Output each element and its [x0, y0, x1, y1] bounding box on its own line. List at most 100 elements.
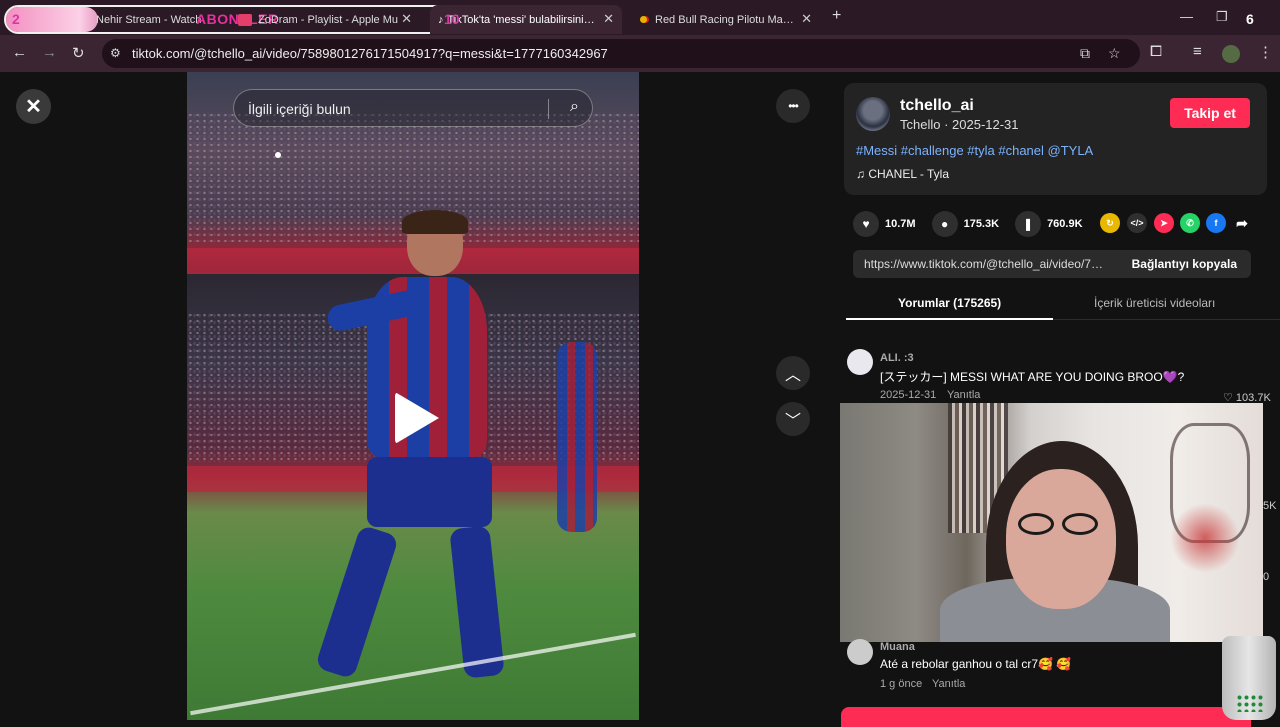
like-count: 10.7M [885, 218, 916, 230]
close-icon: ✕ [25, 96, 42, 118]
red-bull-icon [640, 16, 647, 23]
tab-title: Red Bull Racing Pilotu Max Ver [655, 13, 795, 26]
omnibox[interactable]: ⚙ tiktok.com/@tchello_ai/video/758980127… [102, 39, 1140, 68]
panel-tabs: Yorumlar (175265) İçerik üreticisi video… [846, 290, 1280, 320]
hidden-like-count: 0 [1263, 571, 1270, 583]
heart-icon: ♥ [862, 217, 870, 231]
music-link[interactable]: ♫ CHANEL - Tyla [856, 167, 949, 181]
copy-link-box: https://www.tiktok.com/@tchello_ai/video… [853, 250, 1251, 278]
background-player [557, 342, 597, 532]
search-icon[interactable]: ⌕ [570, 98, 579, 116]
overlay-number-right: 6 [1246, 11, 1254, 27]
close-video-button[interactable]: ✕ [16, 89, 51, 124]
comment-count: 175.3K [963, 218, 1000, 230]
tab-comments[interactable]: Yorumlar (175265) [898, 296, 1001, 310]
streamer-face [1006, 469, 1116, 609]
repost-icon[interactable]: ↻ [1100, 213, 1120, 233]
play-icon[interactable] [395, 392, 439, 444]
tab-creator-videos[interactable]: İçerik üreticisi videoları [1094, 296, 1215, 310]
bookmark-icon: ❚ [1023, 217, 1034, 231]
chevron-up-icon: ︿ [784, 367, 801, 384]
new-tab-button[interactable]: + [832, 7, 841, 25]
hashtags[interactable]: #Messi #challenge #tyla #chanel @TYLA [856, 143, 1093, 158]
send-icon[interactable]: ➤ [1154, 213, 1174, 233]
comment-avatar[interactable] [847, 349, 873, 375]
video-player-area: ✕ İlgili içeriği bulun ⌕ ••• ︿ ﹀ [0, 72, 827, 720]
whatsapp-icon[interactable]: ✆ [1180, 213, 1200, 233]
cursor-dot [275, 152, 281, 158]
reload-icon[interactable]: ↻ [72, 44, 85, 62]
creator-username[interactable]: tchello_ai [900, 97, 974, 115]
comment-username[interactable]: ALI. :3 [880, 352, 914, 364]
engagement-stats: ♥ 10.7M ● 175.3K ❚ 760.9K [853, 211, 1099, 237]
reply-button[interactable]: Yanıtla [947, 389, 980, 401]
embed-icon[interactable]: </> [1127, 213, 1147, 233]
forward-arrow-icon[interactable]: → [42, 44, 57, 61]
menu-dots-icon[interactable]: ⋮ [1258, 43, 1273, 61]
player-leg-right [449, 525, 505, 679]
player-hair [402, 210, 468, 234]
minimize-button[interactable]: — [1180, 9, 1193, 24]
apple-music-icon [238, 13, 252, 26]
restore-button[interactable]: ❐ [1216, 9, 1228, 25]
hidden-like-count: 5K [1263, 500, 1277, 512]
add-comment-button[interactable] [841, 707, 1251, 727]
media-control-icon[interactable]: ≡ [1193, 43, 1202, 60]
facebook-icon[interactable]: f [1206, 213, 1226, 233]
back-arrow-icon[interactable]: ← [12, 44, 27, 61]
save-count: 760.9K [1047, 218, 1083, 230]
comment-button[interactable]: ● [931, 211, 958, 237]
video-frame[interactable]: İlgili içeriği bulun ⌕ [187, 72, 639, 720]
creator-subline: Tchello · 2025-12-31 [900, 117, 1019, 132]
next-video-button[interactable]: ﹀ [776, 402, 810, 436]
more-options-button[interactable]: ••• [776, 89, 810, 123]
comment-text: [ステッカー] MESSI WHAT ARE YOU DOING BROO💜? [880, 370, 1185, 384]
player-leg-left [314, 524, 400, 680]
tab-red-bull[interactable]: Red Bull Racing Pilotu Max Ver ✕ [630, 5, 820, 34]
tab-title: ZoDram - Playlist - Apple Mu [258, 13, 398, 26]
overlay-number-left: 2 [12, 11, 20, 27]
share-arrow-icon[interactable]: ➦ [1232, 213, 1252, 233]
overlay-number-mid: 10 [444, 11, 460, 27]
comment-username[interactable]: Muana [880, 641, 915, 653]
site-settings-icon[interactable]: ⚙ [110, 46, 121, 60]
close-tab-icon[interactable]: ✕ [603, 11, 614, 27]
search-divider [548, 99, 549, 119]
comment-text: Até a rebolar ganhou o tal cr7🥰 🥰 [880, 657, 1072, 671]
pitch-line [190, 632, 636, 716]
bookmark-star-icon[interactable]: ☆ [1108, 45, 1121, 62]
reply-button[interactable]: Yanıtla [932, 678, 965, 690]
comments-panel: tchello_ai Tchello · 2025-12-31 Takip et… [827, 72, 1280, 727]
active-tab-underline [846, 318, 1053, 320]
more-dots-icon: ••• [788, 99, 799, 113]
previous-video-button[interactable]: ︿ [776, 356, 810, 390]
like-button[interactable]: ♥ [853, 211, 879, 237]
webcam-overlay [840, 403, 1263, 642]
profile-avatar[interactable] [1222, 45, 1240, 63]
tab-apple-music[interactable]: ZoDram - Playlist - Apple Mu ✕ [238, 5, 420, 34]
tiktok-page: ✕ İlgili içeriği bulun ⌕ ••• ︿ ﹀ tchello… [0, 72, 1280, 727]
copy-link-button[interactable]: Bağlantıyı kopyala [1132, 257, 1237, 271]
browser-tab-strip: 2 Nehir Stream - Watch ABONELER ZoDram -… [0, 0, 1280, 35]
player-shorts [367, 457, 492, 527]
url-text[interactable]: tiktok.com/@tchello_ai/video/75898012761… [132, 46, 608, 61]
video-url: https://www.tiktok.com/@tchello_ai/video… [864, 257, 1104, 271]
video-search-bar[interactable]: İlgili içeriği bulun ⌕ [233, 89, 593, 127]
extensions-icon[interactable]: ⧠ [1150, 43, 1162, 60]
comment-avatar[interactable] [847, 639, 873, 665]
tab-title: TikTok'ta 'messi' bulabilirsiniz | T [447, 13, 598, 26]
creator-avatar[interactable] [856, 97, 890, 131]
comment-date: 1 g önce [880, 678, 923, 690]
follow-button[interactable]: Takip et [1170, 98, 1250, 128]
install-app-icon[interactable]: ⧉ [1080, 45, 1090, 62]
address-bar-row: ← → ↻ ⚙ tiktok.com/@tchello_ai/video/758… [0, 35, 1280, 72]
post-info-card: tchello_ai Tchello · 2025-12-31 Takip et… [844, 83, 1267, 195]
clover-icon [1236, 694, 1264, 712]
save-button[interactable]: ❚ [1015, 211, 1042, 237]
tiktok-icon: ♪ [438, 13, 444, 26]
close-tab-icon[interactable]: ✕ [801, 11, 812, 27]
search-placeholder: İlgili içeriği bulun [248, 101, 351, 117]
close-tab-icon[interactable]: ✕ [401, 11, 412, 27]
wall-paint [1170, 503, 1240, 573]
comment-icon: ● [940, 217, 949, 231]
